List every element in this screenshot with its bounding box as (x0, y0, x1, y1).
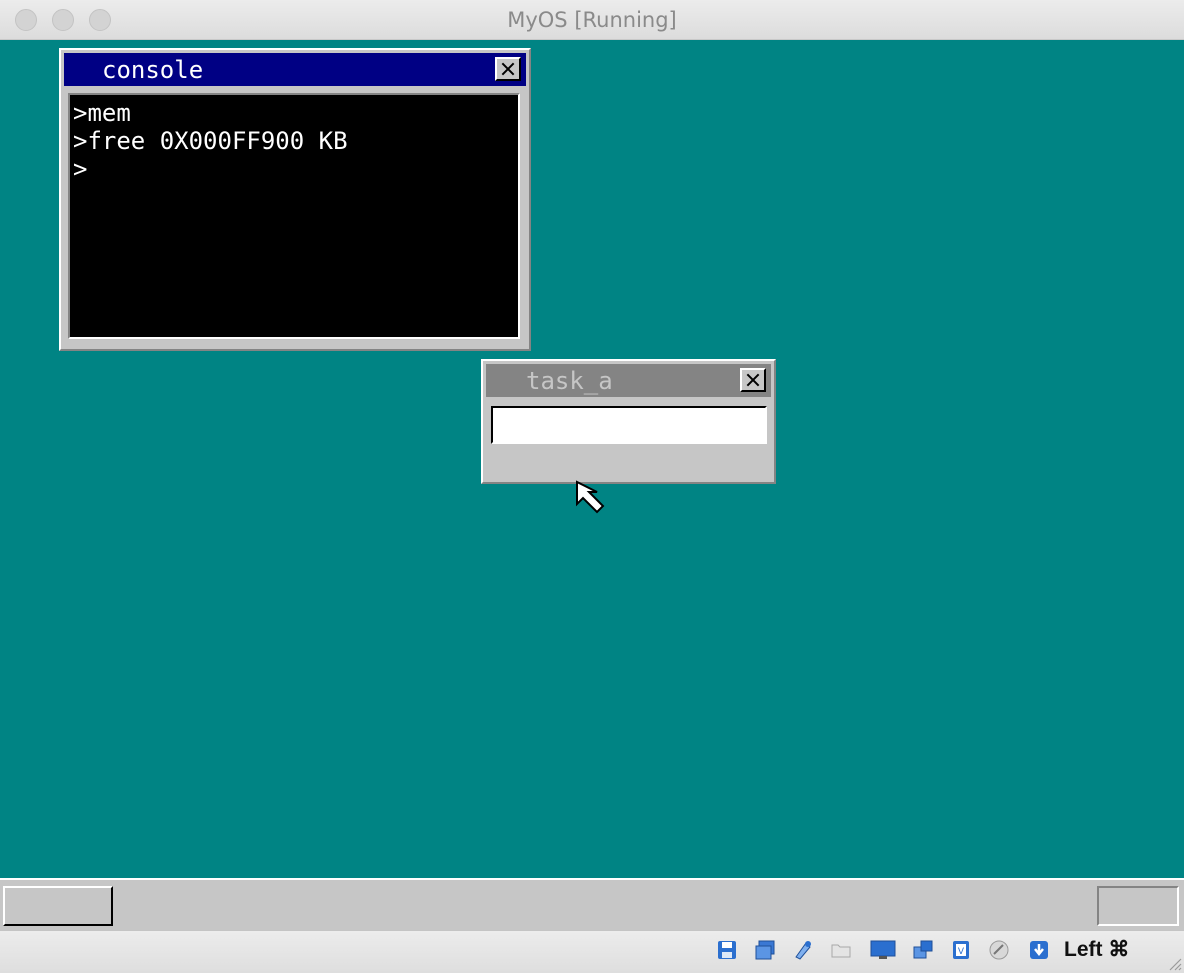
host-title-bar: MyOS [Running] (0, 0, 1184, 40)
guest-taskbar (0, 878, 1184, 930)
system-tray (1097, 886, 1179, 926)
vm-status-bar: V Left ⌘ (0, 930, 1184, 973)
task-a-title: task_a (526, 367, 613, 395)
close-icon[interactable] (495, 57, 521, 81)
mouse-integration-icon[interactable] (988, 939, 1010, 961)
display-icon[interactable] (868, 939, 898, 961)
console-window[interactable]: console >mem >free 0X000FF900 KB > (59, 48, 531, 351)
console-title: console (102, 56, 204, 84)
cpu-icon[interactable]: V (950, 939, 972, 961)
shared-folder-icon[interactable] (830, 939, 852, 961)
task-a-window[interactable]: task_a (481, 359, 776, 484)
task-a-title-bar[interactable]: task_a (486, 364, 771, 397)
network-icon[interactable] (912, 939, 934, 961)
svg-text:V: V (958, 947, 965, 957)
console-line: >mem (73, 99, 131, 127)
console-line: >free 0X000FF900 KB (73, 127, 348, 155)
resize-grip-icon[interactable] (1166, 955, 1182, 971)
optical-drive-icon[interactable] (754, 939, 776, 961)
host-key-label[interactable]: Left ⌘ (1064, 937, 1129, 962)
guest-desktop[interactable]: console >mem >free 0X000FF900 KB > task_… (0, 40, 1184, 878)
console-title-bar[interactable]: console (64, 53, 526, 86)
mouse-cursor-icon (576, 480, 605, 514)
floppy-disk-icon[interactable] (716, 939, 738, 961)
keyboard-capture-icon[interactable] (1028, 939, 1050, 961)
window-title: MyOS [Running] (507, 8, 677, 32)
console-screen[interactable]: >mem >free 0X000FF900 KB > (68, 93, 520, 339)
console-prompt: > (73, 155, 88, 183)
task-a-text-input[interactable] (491, 406, 767, 444)
start-button[interactable] (3, 886, 113, 926)
usb-icon[interactable] (792, 939, 814, 961)
close-icon[interactable] (740, 368, 766, 392)
